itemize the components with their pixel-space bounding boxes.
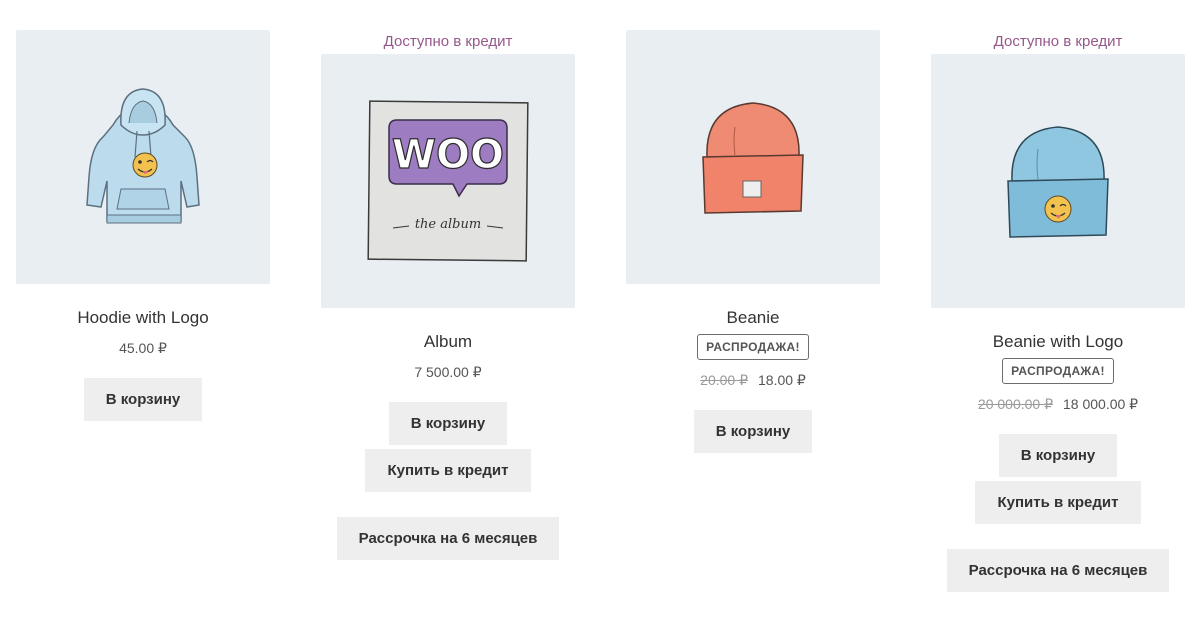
credit-available-note: Доступно в кредит	[993, 33, 1123, 50]
hoodie-icon	[86, 88, 200, 224]
current-price: 7 500.00 ₽	[414, 364, 482, 380]
product-price: 45.00 ₽	[119, 338, 167, 358]
product-image-link[interactable]: WOO the album	[321, 54, 575, 308]
woo-logo-text: WOO	[392, 132, 504, 178]
orange-beanie-icon	[702, 102, 804, 214]
product-title[interactable]: Beanie	[727, 306, 780, 330]
add-to-cart-button[interactable]: В корзину	[388, 402, 508, 445]
product-image-link[interactable]	[626, 30, 880, 284]
current-price: 45.00 ₽	[119, 340, 167, 356]
woo-album-icon: WOO the album	[367, 100, 529, 262]
installment-6-months-button[interactable]: Рассрочка на 6 месяцев	[946, 549, 1170, 592]
current-price: 18 000.00 ₽	[1063, 396, 1139, 412]
product-price: 20 000.00 ₽ 18 000.00 ₽	[978, 394, 1138, 414]
old-price: 20.00 ₽	[700, 372, 748, 388]
product-card-beanie-with-logo: Доступно в кредит Beanie with Logo РАСПР…	[928, 0, 1188, 592]
album-caption-text: the album	[415, 217, 481, 232]
current-price: 18.00 ₽	[758, 372, 806, 388]
add-to-cart-button[interactable]: В корзину	[83, 378, 203, 421]
product-title[interactable]: Beanie with Logo	[993, 330, 1123, 354]
sale-badge: РАСПРОДАЖА!	[697, 334, 809, 360]
product-image-link[interactable]	[16, 30, 270, 284]
old-price: 20 000.00 ₽	[977, 396, 1053, 412]
sale-badge: РАСПРОДАЖА!	[1002, 358, 1114, 384]
product-price: 7 500.00 ₽	[414, 362, 481, 382]
buy-on-credit-button[interactable]: Купить в кредит	[975, 481, 1141, 524]
buy-on-credit-button[interactable]: Купить в кредит	[365, 449, 531, 492]
product-card-album: Доступно в кредит WOO the album Album 7 …	[318, 0, 578, 560]
add-to-cart-button[interactable]: В корзину	[998, 434, 1118, 477]
add-to-cart-button[interactable]: В корзину	[693, 410, 813, 453]
product-card-beanie: Beanie РАСПРОДАЖА! 20.00 ₽ 18.00 ₽ В корз…	[623, 0, 883, 453]
product-image-link[interactable]	[931, 54, 1185, 308]
product-grid: Hoodie with Logo 45.00 ₽ В корзину Досту…	[0, 0, 1203, 618]
product-title[interactable]: Album	[424, 330, 472, 354]
blue-beanie-icon	[1007, 126, 1109, 238]
product-card-hoodie-with-logo: Hoodie with Logo 45.00 ₽ В корзину	[13, 0, 273, 421]
credit-available-note: Доступно в кредит	[383, 33, 513, 50]
product-title[interactable]: Hoodie with Logo	[77, 306, 208, 330]
installment-6-months-button[interactable]: Рассрочка на 6 месяцев	[336, 517, 560, 560]
product-price: 20.00 ₽ 18.00 ₽	[700, 370, 806, 390]
